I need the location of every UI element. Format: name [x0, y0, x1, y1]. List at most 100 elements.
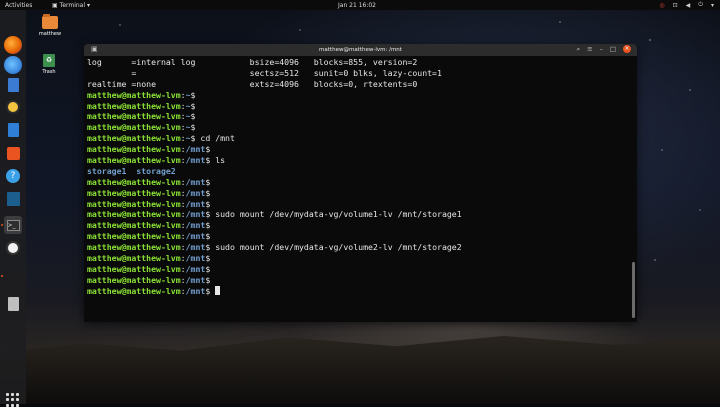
chevron-down-icon[interactable]: ▾	[711, 2, 714, 9]
trash-desktop-icon[interactable]: ♻ Trash	[36, 54, 62, 75]
running-indicator	[1, 224, 3, 226]
terminal-line: matthew@matthew-lvm:/mnt$ sudo mount /de…	[87, 209, 627, 220]
search-icon[interactable]: ⌕	[577, 45, 581, 54]
prompt-path: /mnt	[185, 242, 206, 253]
command-text: cd /mnt	[195, 133, 235, 144]
prompt-user-host: matthew@matthew-lvm	[87, 144, 181, 155]
prompt-dollar: $	[190, 100, 196, 111]
app-icon[interactable]	[4, 190, 22, 208]
prompt-user-host: matthew@matthew-lvm	[87, 100, 181, 111]
prompt-dollar: $	[205, 263, 211, 274]
prompt-user-host: matthew@matthew-lvm	[87, 220, 181, 231]
terminal-line: matthew@matthew-lvm:~$	[87, 122, 627, 133]
writer-icon[interactable]	[4, 121, 22, 139]
network-icon[interactable]: ⊡	[673, 2, 678, 9]
maximize-icon[interactable]: □	[610, 45, 616, 54]
prompt-user-host: matthew@matthew-lvm	[87, 209, 181, 220]
prompt-dollar: $	[205, 187, 211, 198]
terminal-line: matthew@matthew-lvm:/mnt$	[87, 275, 627, 286]
prompt-dollar: $	[205, 176, 211, 187]
help-icon[interactable]: ?	[4, 167, 22, 185]
steam-icon[interactable]: ◎	[659, 2, 664, 9]
prompt-user-host: matthew@matthew-lvm	[87, 274, 181, 285]
window-titlebar[interactable]: ▣ matthew@matthew-lvm: /mnt ⌕ ≡ – □ ×	[84, 44, 637, 56]
disk-icon[interactable]	[4, 295, 22, 313]
terminal-line: matthew@matthew-lvm:/mnt$	[87, 144, 627, 155]
terminal-small-icon: ▣	[52, 1, 58, 9]
prompt-user-host: matthew@matthew-lvm	[87, 285, 181, 296]
terminal-line: matthew@matthew-lvm:/mnt$	[87, 253, 627, 264]
prompt-user-host: matthew@matthew-lvm	[87, 176, 181, 187]
terminal-line: matthew@matthew-lvm:/mnt$	[87, 220, 627, 231]
chevron-down-icon: ▾	[87, 1, 91, 9]
prompt-user-host: matthew@matthew-lvm	[87, 263, 181, 274]
prompt-dollar: $	[190, 111, 196, 122]
terminal-icon[interactable]: >_	[4, 216, 22, 234]
terminal-line: matthew@matthew-lvm:/mnt$	[87, 285, 627, 297]
command-text: ls	[210, 155, 226, 166]
system-tray[interactable]: ◎ ⊡ ◀ ⏻ ▾	[659, 1, 714, 9]
scrollbar[interactable]	[632, 262, 635, 318]
menu-icon[interactable]: ≡	[587, 45, 592, 54]
app-menu-label: Terminal	[59, 1, 86, 9]
top-bar: Activities ▣ Terminal ▾ Jan 21 16:02 ◎ ⊡…	[0, 0, 720, 10]
prompt-path: /mnt	[185, 209, 206, 220]
terminal-line: = sectsz=512 sunit=0 blks, lazy-count=1	[87, 68, 627, 79]
firefox-icon[interactable]	[4, 36, 22, 54]
folder-icon	[42, 14, 58, 29]
prompt-dollar: $	[205, 144, 211, 155]
clock[interactable]: Jan 21 16:02	[338, 2, 376, 9]
prompt-user-host: matthew@matthew-lvm	[87, 122, 181, 133]
prompt-dollar: $	[190, 89, 196, 100]
terminal-line: realtime =none extsz=4096 blocks=0, rtex…	[87, 79, 627, 90]
terminal-line: matthew@matthew-lvm:/mnt$ ls	[87, 155, 627, 166]
directory-listing: storage1 storage2	[87, 165, 176, 176]
prompt-path: /mnt	[185, 187, 206, 198]
terminal-line: matthew@matthew-lvm:/mnt$	[87, 199, 627, 210]
terminal-cursor	[215, 285, 221, 295]
minimize-icon[interactable]: –	[600, 45, 603, 54]
prompt-user-host: matthew@matthew-lvm	[87, 133, 181, 144]
output-text: = sectsz=512 sunit=0 blks, lazy-count=1	[87, 67, 442, 78]
terminal-line: matthew@matthew-lvm:/mnt$ sudo mount /de…	[87, 242, 627, 253]
running-indicator	[1, 275, 3, 277]
prompt-user-host: matthew@matthew-lvm	[87, 242, 181, 253]
output-text: log =internal log bsize=4096 blocks=855,…	[87, 57, 418, 67]
trash-icon: ♻	[43, 54, 55, 67]
prompt-path: /mnt	[185, 144, 206, 155]
rhythmbox-icon[interactable]	[4, 98, 22, 116]
prompt-user-host: matthew@matthew-lvm	[87, 89, 181, 100]
close-icon[interactable]: ×	[623, 45, 631, 53]
terminal-line: matthew@matthew-lvm:~$ cd /mnt	[87, 133, 627, 144]
prompt-path: /mnt	[185, 198, 206, 209]
app-menu[interactable]: ▣ Terminal ▾	[52, 2, 90, 9]
terminal-line: matthew@matthew-lvm:~$	[87, 90, 627, 101]
files-icon[interactable]	[4, 76, 22, 94]
prompt-user-host: matthew@matthew-lvm	[87, 155, 181, 166]
prompt-path: /mnt	[185, 155, 206, 166]
prompt-path: /mnt	[185, 274, 206, 285]
command-text: sudo mount /dev/mydata-vg/volume2-lv /mn…	[210, 242, 462, 253]
prompt-path: /mnt	[185, 231, 206, 242]
prompt-dollar: $	[190, 122, 196, 133]
prompt-dollar: $	[205, 220, 211, 231]
prompt-path: /mnt	[185, 263, 206, 274]
volume-icon[interactable]: ◀	[686, 2, 691, 9]
prompt-dollar: $	[205, 231, 211, 242]
obs-icon[interactable]	[4, 239, 22, 257]
home-folder-icon[interactable]: matthew	[37, 14, 63, 37]
prompt-dollar: $	[205, 198, 211, 209]
prompt-dollar: $	[205, 253, 211, 264]
home-folder-label: matthew	[38, 31, 62, 37]
thunderbird-icon[interactable]	[4, 56, 22, 74]
terminal-line: log =internal log bsize=4096 blocks=855,…	[87, 57, 627, 68]
apps-grid-icon[interactable]	[6, 393, 20, 407]
terminal-window[interactable]: ▣ matthew@matthew-lvm: /mnt ⌕ ≡ – □ × lo…	[84, 44, 637, 322]
prompt-path: /mnt	[185, 253, 206, 264]
activities-button[interactable]: Activities	[5, 2, 32, 9]
software-icon[interactable]	[4, 144, 22, 162]
power-icon[interactable]: ⏻	[698, 1, 703, 9]
prompt-user-host: matthew@matthew-lvm	[87, 198, 181, 209]
terminal-output[interactable]: log =internal log bsize=4096 blocks=855,…	[87, 57, 627, 319]
terminal-line: matthew@matthew-lvm:~$	[87, 101, 627, 112]
